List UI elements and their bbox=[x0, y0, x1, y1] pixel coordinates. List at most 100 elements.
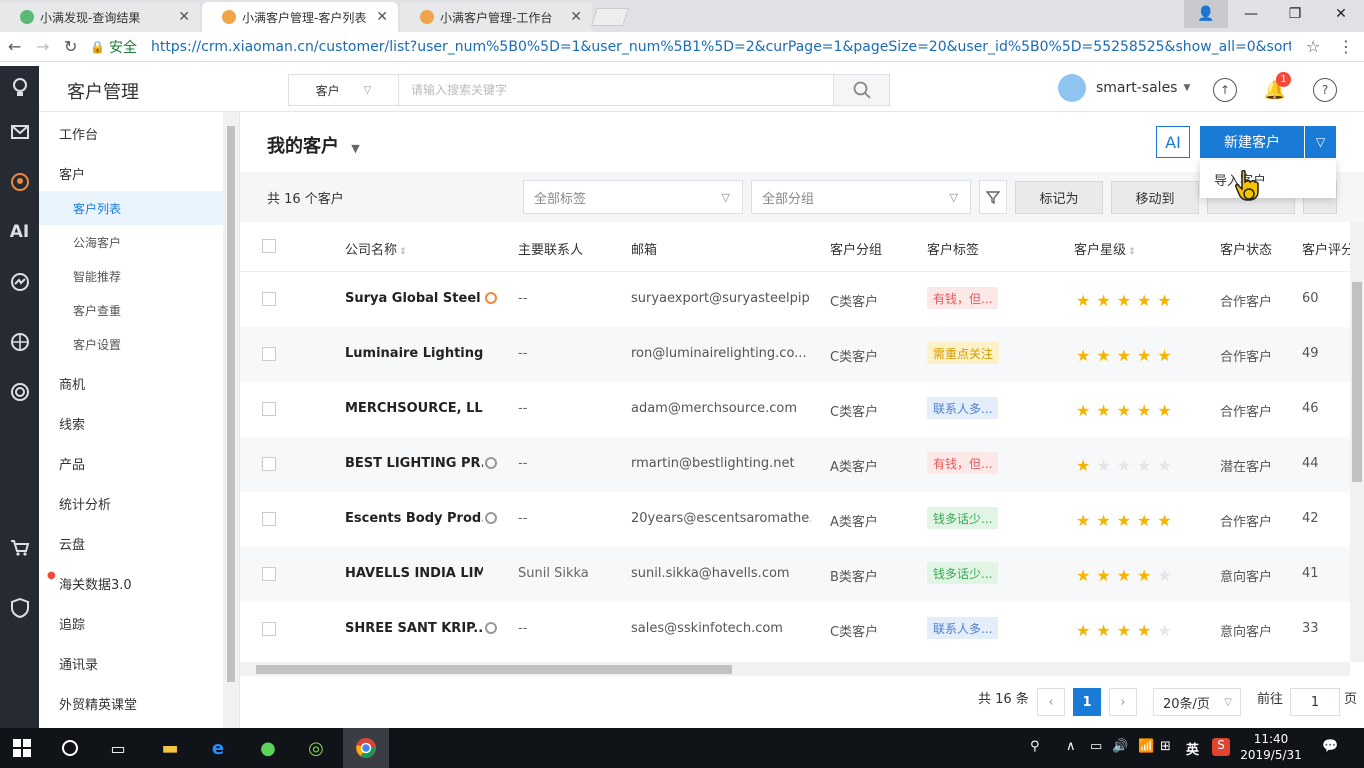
chrome-icon[interactable] bbox=[354, 736, 378, 760]
company-name[interactable]: Luminaire Lighting Co... bbox=[345, 346, 483, 361]
secure-indicator[interactable]: 🔒 安全 bbox=[90, 37, 137, 57]
sidebar-item-tracking[interactable]: 追踪 bbox=[59, 614, 85, 633]
table-row[interactable]: Luminaire Lighting Co... -- ron@luminairel… bbox=[240, 327, 1350, 382]
sidebar-item-contacts[interactable]: 通讯录 bbox=[59, 654, 98, 673]
windows-start-icon[interactable] bbox=[10, 736, 34, 760]
profile-icon[interactable]: 👤 bbox=[1184, 0, 1228, 28]
table-horizontal-scrollbar[interactable] bbox=[240, 662, 1350, 676]
globe-icon[interactable] bbox=[0, 322, 39, 362]
minimize-icon[interactable]: — bbox=[1228, 0, 1274, 28]
table-row[interactable]: MERCHSOURCE, LLC -- adam@merchsource.com C类… bbox=[240, 382, 1350, 437]
cart-icon[interactable] bbox=[0, 528, 39, 568]
search-circle-icon[interactable] bbox=[58, 736, 82, 760]
sidebar-item-classroom[interactable]: 外贸精英课堂 bbox=[59, 694, 137, 713]
sidebar-item-leads[interactable]: 线索 bbox=[59, 414, 85, 433]
task-view-icon[interactable]: ▭ bbox=[106, 736, 130, 760]
browser-tab[interactable]: 小满客户管理-工作台 ✕ bbox=[400, 2, 592, 32]
email[interactable]: sales@sskinfotech.com bbox=[631, 621, 811, 636]
battery-icon[interactable]: ▭ bbox=[1090, 739, 1102, 754]
volume-icon[interactable]: 🔊 bbox=[1112, 739, 1128, 754]
tag-filter-select[interactable]: 全部标签 ▽ bbox=[523, 180, 743, 214]
company-name[interactable]: Escents Body Prod... bbox=[345, 511, 483, 526]
target-icon[interactable] bbox=[0, 372, 39, 412]
table-row[interactable]: Escents Body Prod... -- 20years@escentsaro… bbox=[240, 492, 1350, 547]
email[interactable]: rmartin@bestlighting.net bbox=[631, 456, 811, 471]
email[interactable]: ron@luminairelighting.co... bbox=[631, 346, 811, 361]
shield-icon[interactable] bbox=[0, 588, 39, 628]
search-type-select[interactable]: 客户 ▽ bbox=[289, 75, 399, 105]
filter-button[interactable] bbox=[979, 180, 1007, 214]
ai-button[interactable]: AI bbox=[1156, 126, 1190, 158]
column-header-company[interactable]: 公司名称 ⇕ bbox=[345, 239, 407, 258]
email[interactable]: adam@merchsource.com bbox=[631, 401, 811, 416]
new-customer-button[interactable]: 新建客户 bbox=[1200, 126, 1304, 158]
sidebar-item-workbench[interactable]: 工作台 bbox=[59, 124, 98, 143]
help-icon[interactable]: ? bbox=[1313, 78, 1337, 102]
people-icon[interactable]: ⚲ bbox=[1030, 739, 1040, 754]
row-checkbox[interactable] bbox=[262, 567, 276, 581]
table-row[interactable]: BEST LIGHTING PR... -- rmartin@bestlightin… bbox=[240, 437, 1350, 492]
prev-page-button[interactable]: ‹ bbox=[1037, 688, 1065, 716]
tray-expand-icon[interactable]: ∧ bbox=[1066, 739, 1076, 754]
upload-icon[interactable]: ↑ bbox=[1213, 78, 1237, 102]
sidebar-item-opportunity[interactable]: 商机 bbox=[59, 374, 85, 393]
company-name[interactable]: HAVELLS INDIA LIMIT... bbox=[345, 566, 483, 581]
mark-as-button[interactable]: 标记为 bbox=[1015, 181, 1103, 214]
email[interactable]: 20years@escentsaromathe... bbox=[631, 511, 811, 526]
url-field[interactable]: 🔒 安全 https://crm.xiaoman.cn/customer/lis… bbox=[90, 35, 1330, 59]
column-header-stars[interactable]: 客户星级 ⇕ bbox=[1074, 239, 1136, 258]
file-explorer-icon[interactable]: ▬ bbox=[158, 736, 182, 760]
new-customer-dropdown-toggle[interactable]: ▽ bbox=[1304, 126, 1336, 158]
user-menu[interactable]: smart-sales ▼ bbox=[1058, 74, 1190, 102]
back-icon[interactable]: ← bbox=[8, 37, 21, 56]
list-view-title[interactable]: 我的客户 ▼ bbox=[267, 132, 360, 158]
close-icon[interactable]: ✕ bbox=[376, 9, 388, 25]
clock[interactable]: 11:40 2019/5/31 bbox=[1236, 731, 1306, 763]
search-button[interactable] bbox=[833, 75, 889, 105]
sidebar-sub-public-customers[interactable]: 公海客户 bbox=[39, 225, 223, 259]
group-filter-select[interactable]: 全部分组 ▽ bbox=[751, 180, 971, 214]
chart-icon[interactable] bbox=[0, 262, 39, 302]
scrollbar-thumb[interactable] bbox=[1352, 282, 1362, 482]
new-tab-button[interactable] bbox=[591, 8, 629, 26]
ime-icon[interactable]: ⊞ bbox=[1160, 739, 1171, 754]
row-checkbox[interactable] bbox=[262, 457, 276, 471]
restore-icon[interactable]: ❐ bbox=[1272, 0, 1318, 28]
table-row[interactable]: SHREE SANT KRIP... -- sales@sskinfotech.co… bbox=[240, 602, 1350, 657]
row-checkbox[interactable] bbox=[262, 402, 276, 416]
sidebar-item-customer[interactable]: 客户 bbox=[59, 164, 85, 183]
scrollbar-thumb[interactable] bbox=[256, 665, 732, 674]
company-name[interactable]: MERCHSOURCE, LLC bbox=[345, 401, 483, 416]
scrollbar-thumb[interactable] bbox=[227, 126, 235, 682]
bulb-icon[interactable] bbox=[0, 68, 39, 108]
menu-icon[interactable]: ⋮ bbox=[1338, 37, 1354, 56]
sidebar-sub-customer-list[interactable]: 客户列表 bbox=[39, 191, 223, 225]
sidebar-item-products[interactable]: 产品 bbox=[59, 454, 85, 473]
row-checkbox[interactable] bbox=[262, 292, 276, 306]
sidebar-scrollbar[interactable] bbox=[223, 112, 239, 728]
network-icon[interactable]: 📶 bbox=[1138, 739, 1154, 754]
email[interactable]: suryaexport@suryasteelpip... bbox=[631, 291, 811, 306]
next-page-button[interactable]: › bbox=[1109, 688, 1137, 716]
reload-icon[interactable]: ↻ bbox=[64, 37, 77, 56]
sidebar-sub-smart-recommend[interactable]: 智能推荐 bbox=[39, 259, 223, 293]
page-number-button[interactable]: 1 bbox=[1073, 688, 1101, 716]
app-icon[interactable]: ◎ bbox=[304, 736, 328, 760]
sidebar-item-statistics[interactable]: 统计分析 bbox=[59, 494, 111, 513]
forward-icon[interactable]: → bbox=[36, 37, 49, 56]
sogou-icon[interactable]: S bbox=[1212, 738, 1230, 756]
goto-page-input[interactable]: 1 bbox=[1290, 688, 1340, 716]
close-icon[interactable]: ✕ bbox=[178, 9, 190, 25]
company-name[interactable]: SHREE SANT KRIP... bbox=[345, 621, 483, 636]
page-size-select[interactable]: 20条/页 ▽ bbox=[1153, 688, 1241, 716]
notification-center-icon[interactable]: 💬 bbox=[1322, 739, 1338, 754]
table-row[interactable]: HAVELLS INDIA LIMIT... Sunil Sikka sunil.s… bbox=[240, 547, 1350, 602]
move-to-button[interactable]: 移动到 bbox=[1111, 181, 1199, 214]
ai-icon[interactable]: AI bbox=[0, 212, 39, 252]
browser-tab-active[interactable]: 小满客户管理-客户列表 ✕ bbox=[202, 2, 398, 32]
select-all-checkbox[interactable] bbox=[262, 239, 276, 253]
bookmark-star-icon[interactable]: ☆ bbox=[1306, 37, 1320, 56]
wechat-icon[interactable]: ● bbox=[256, 736, 280, 760]
customer-icon[interactable] bbox=[0, 162, 39, 202]
table-row[interactable]: Surya Global Steel ... -- suryaexport@sury… bbox=[240, 272, 1350, 327]
